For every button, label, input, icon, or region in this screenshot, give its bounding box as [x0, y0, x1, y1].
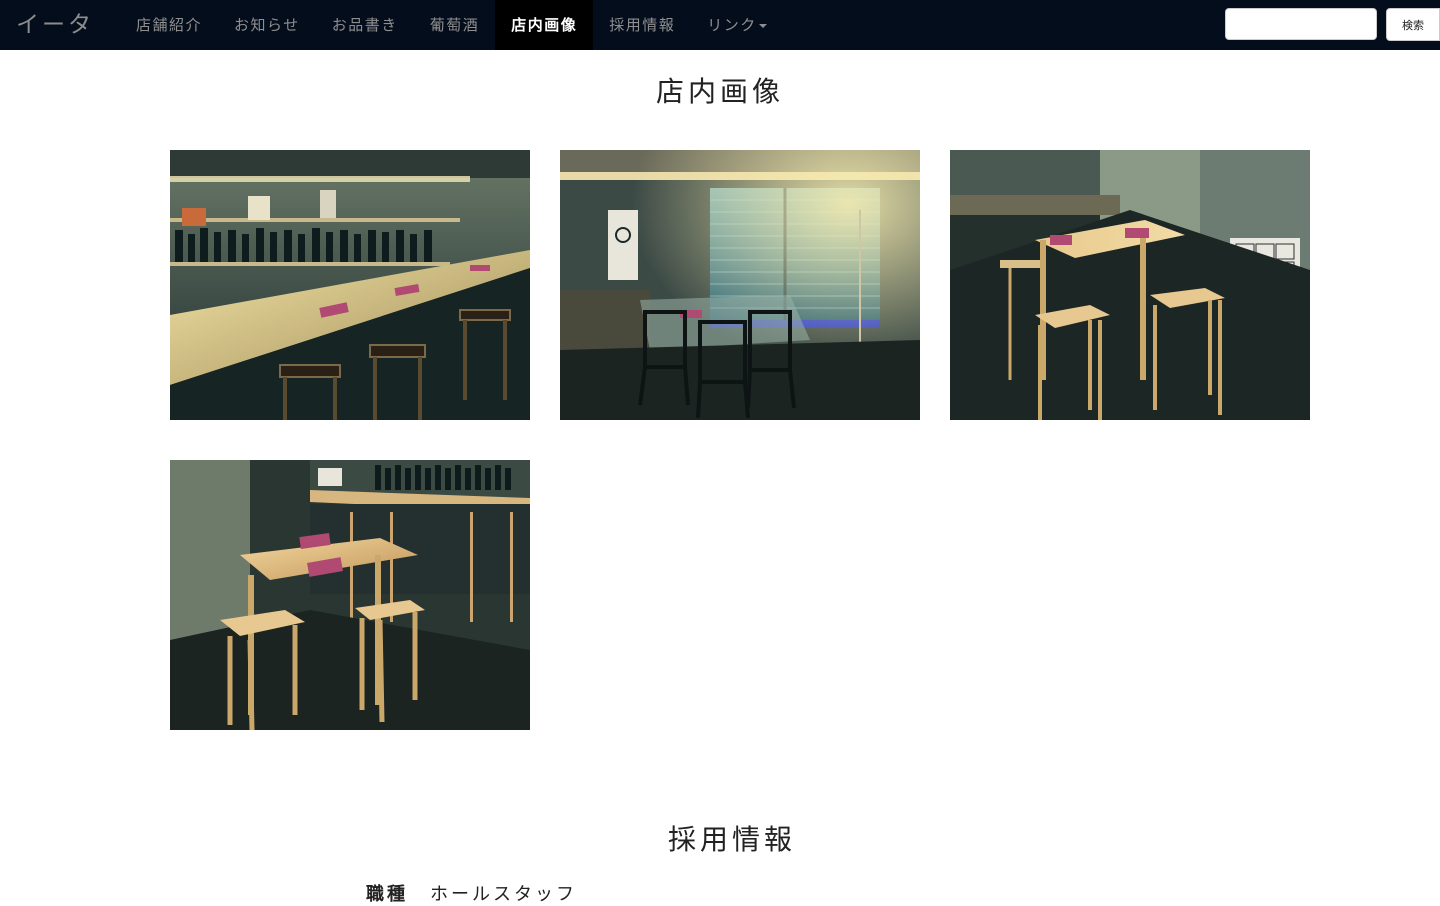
recruit-title: 採用情報: [667, 823, 796, 856]
photo-glass-table[interactable]: [560, 150, 920, 420]
top-navbar: イータ 店舗紹介 お知らせ お品書き 葡萄酒 店内画像 採用情報 リンク 検索: [0, 0, 1440, 50]
photo-high-table-image: [950, 150, 1310, 420]
nav-item-menu[interactable]: お品書き: [316, 0, 414, 50]
job-value: ホールスタッフ: [430, 884, 577, 905]
photo-high-table[interactable]: [950, 150, 1310, 420]
nav-item-links-dropdown[interactable]: リンク: [691, 0, 783, 50]
nav-item-shop-info[interactable]: 店舗紹介: [120, 0, 218, 50]
nav-item-wine[interactable]: 葡萄酒: [414, 0, 496, 50]
photo-counter-bar[interactable]: [170, 150, 530, 420]
job-label: 職種: [366, 884, 408, 905]
search-button[interactable]: 検索: [1386, 8, 1440, 41]
brand-logo[interactable]: イータ: [0, 0, 120, 50]
job-row: 職種 ホールスタッフ: [366, 880, 577, 906]
nav-item-interior-photos[interactable]: 店内画像: [495, 0, 594, 50]
gallery-title: 店内画像: [655, 75, 784, 108]
caret-down-icon: [758, 23, 767, 28]
photo-counter-bar-image: [170, 150, 530, 420]
nav-item-recruit[interactable]: 採用情報: [593, 0, 691, 50]
search-input[interactable]: [1225, 8, 1377, 40]
nav-item-news[interactable]: お知らせ: [218, 0, 316, 50]
photo-glass-table-image: [560, 150, 920, 420]
photo-table-near-counter-image: [170, 460, 530, 730]
nav-item-links-label: リンク: [707, 16, 757, 34]
photo-table-near-counter[interactable]: [170, 460, 530, 730]
